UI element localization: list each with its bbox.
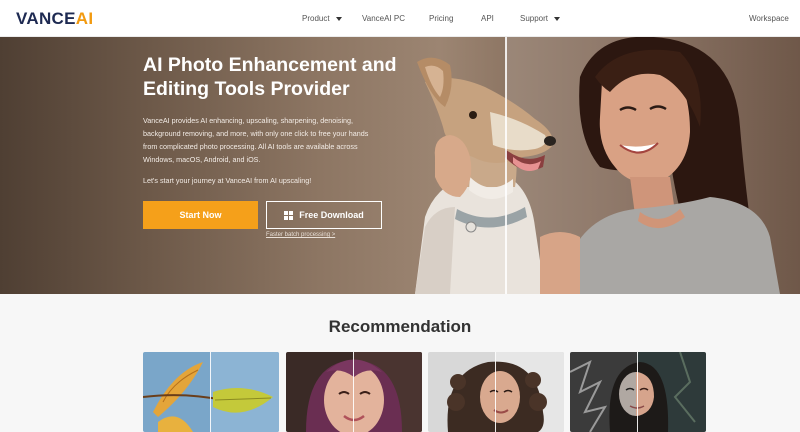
curly-hair-photo xyxy=(428,352,564,432)
nav-api-label: API xyxy=(481,14,494,23)
nav-support[interactable]: Support xyxy=(520,0,561,37)
hero-description: VanceAI provides AI enhancing, upscaling… xyxy=(143,116,369,164)
recommendation-card-curly[interactable] xyxy=(428,352,564,432)
nav-vanceai-pc[interactable]: VanceAI PC xyxy=(362,0,405,37)
card-divider xyxy=(495,352,496,432)
portrait-photo xyxy=(286,352,422,432)
before-after-divider[interactable] xyxy=(505,37,507,294)
recommendation-card-portrait[interactable] xyxy=(286,352,422,432)
logo-text-accent: AI xyxy=(75,9,94,28)
hero-banner: AI Photo Enhancement and Editing Tools P… xyxy=(0,37,800,294)
nav-workspace-label: Workspace xyxy=(749,14,789,23)
recommendation-section: Recommendation xyxy=(0,294,800,432)
card-divider xyxy=(637,352,638,432)
leaf-photo xyxy=(143,352,279,432)
top-navbar: VANCEAI Product VanceAI PC Pricing API S… xyxy=(0,0,800,37)
card-divider xyxy=(353,352,354,432)
nav-workspace[interactable]: Workspace xyxy=(749,0,789,37)
windows-icon xyxy=(284,210,294,220)
vanceai-logo[interactable]: VANCEAI xyxy=(16,9,93,29)
nav-product-label: Product xyxy=(302,14,330,23)
nav-api[interactable]: API xyxy=(481,0,494,37)
free-download-label: Free Download xyxy=(299,210,364,220)
nav-pricing-label: Pricing xyxy=(429,14,454,23)
recommendation-title: Recommendation xyxy=(328,317,472,336)
nav-product[interactable]: Product xyxy=(302,0,342,37)
logo-text-main: VANCE xyxy=(16,9,76,28)
colorize-photo xyxy=(570,352,706,432)
start-now-button[interactable]: Start Now xyxy=(143,201,258,229)
nav-vanceai-pc-label: VanceAI PC xyxy=(362,14,405,23)
woman-photo xyxy=(540,37,780,294)
nav-pricing[interactable]: Pricing xyxy=(429,0,453,37)
card-divider xyxy=(210,352,211,432)
recommendation-card-leaf[interactable] xyxy=(143,352,279,432)
chevron-down-icon xyxy=(335,16,342,21)
recommendation-card-colorize[interactable] xyxy=(570,352,706,432)
free-download-button[interactable]: Free Download xyxy=(266,201,382,229)
hero-title: AI Photo Enhancement and Editing Tools P… xyxy=(143,54,397,100)
batch-processing-link[interactable]: Faster batch processing > xyxy=(266,232,335,238)
hero-cta-text: Let's start your journey at VanceAI from… xyxy=(143,176,312,185)
chevron-down-icon xyxy=(554,16,561,21)
nav-support-label: Support xyxy=(520,14,549,23)
